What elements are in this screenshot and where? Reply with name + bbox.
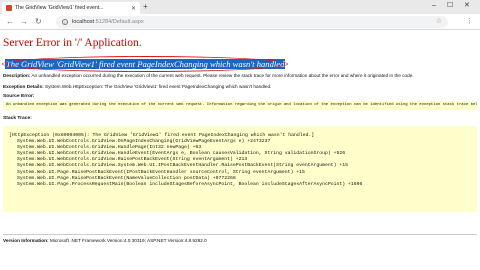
stack-trace-box: [HttpException (0x80004005): The GridVie… <box>3 126 477 212</box>
tab-title: The GridView 'GridView1' fired event... <box>15 5 104 11</box>
site-info-icon[interactable]: i <box>62 19 68 25</box>
page-content: Server Error in '/' Application. The Gri… <box>0 31 480 270</box>
bookmark-star-icon[interactable]: ☆ <box>436 17 442 25</box>
url-host: localhost <box>72 19 95 25</box>
description-line: Description: An unhandled exception occu… <box>3 73 414 78</box>
version-label: Version Information: <box>3 238 49 243</box>
browser-toolbar: ← → ↻ i localhost:51284/Default.aspx ☆ ⋮ <box>0 14 480 30</box>
exception-line: Exception Details: System.Web.HttpExcept… <box>3 84 271 89</box>
forward-button[interactable]: → <box>20 16 28 28</box>
source-error-box: An unhandled exception was generated dur… <box>3 101 477 110</box>
description-label: Description: <box>3 73 31 78</box>
favicon-icon <box>6 5 12 11</box>
error-title: Server Error in '/' Application. <box>3 37 142 49</box>
divider <box>3 234 477 235</box>
exception-label: Exception Details: <box>3 84 44 89</box>
tab-bar: The GridView 'GridView1' fired event... … <box>0 0 480 14</box>
browser-tab[interactable]: The GridView 'GridView1' fired event... … <box>2 2 140 14</box>
close-window-button[interactable]: ✕ <box>464 1 470 11</box>
back-button[interactable]: ← <box>6 16 14 28</box>
stack-trace-label: Stack Trace: <box>3 116 32 121</box>
url-text: localhost:51284/Default.aspx <box>72 19 144 25</box>
browser-menu-icon[interactable]: ⋮ <box>466 17 473 25</box>
red-ellipse-annotation <box>2 56 288 72</box>
error-message-highlight: The GridView 'GridView1' fired event Pag… <box>2 56 288 72</box>
address-bar[interactable]: i localhost:51284/Default.aspx ☆ <box>56 16 448 28</box>
maximize-button[interactable]: ☐ <box>447 1 453 11</box>
reload-button[interactable]: ↻ <box>35 16 42 28</box>
version-line: Version Information: Microsoft .NET Fram… <box>3 238 207 243</box>
minimize-button[interactable]: – <box>432 1 436 11</box>
tab-close-icon[interactable]: ✕ <box>131 5 136 12</box>
new-tab-button[interactable]: + <box>143 2 148 12</box>
description-text: An unhandled exception occurred during t… <box>31 73 414 78</box>
url-path: :51284/Default.aspx <box>94 19 144 25</box>
source-error-label: Source Error: <box>3 94 35 99</box>
stack-line: System.Web.UI.Page.ProcessRequestMain(Bo… <box>17 181 363 187</box>
version-text: Microsoft .NET Framework Version:4.0.303… <box>49 238 207 243</box>
exception-text: System.Web.HttpException: The GridView '… <box>44 84 272 89</box>
